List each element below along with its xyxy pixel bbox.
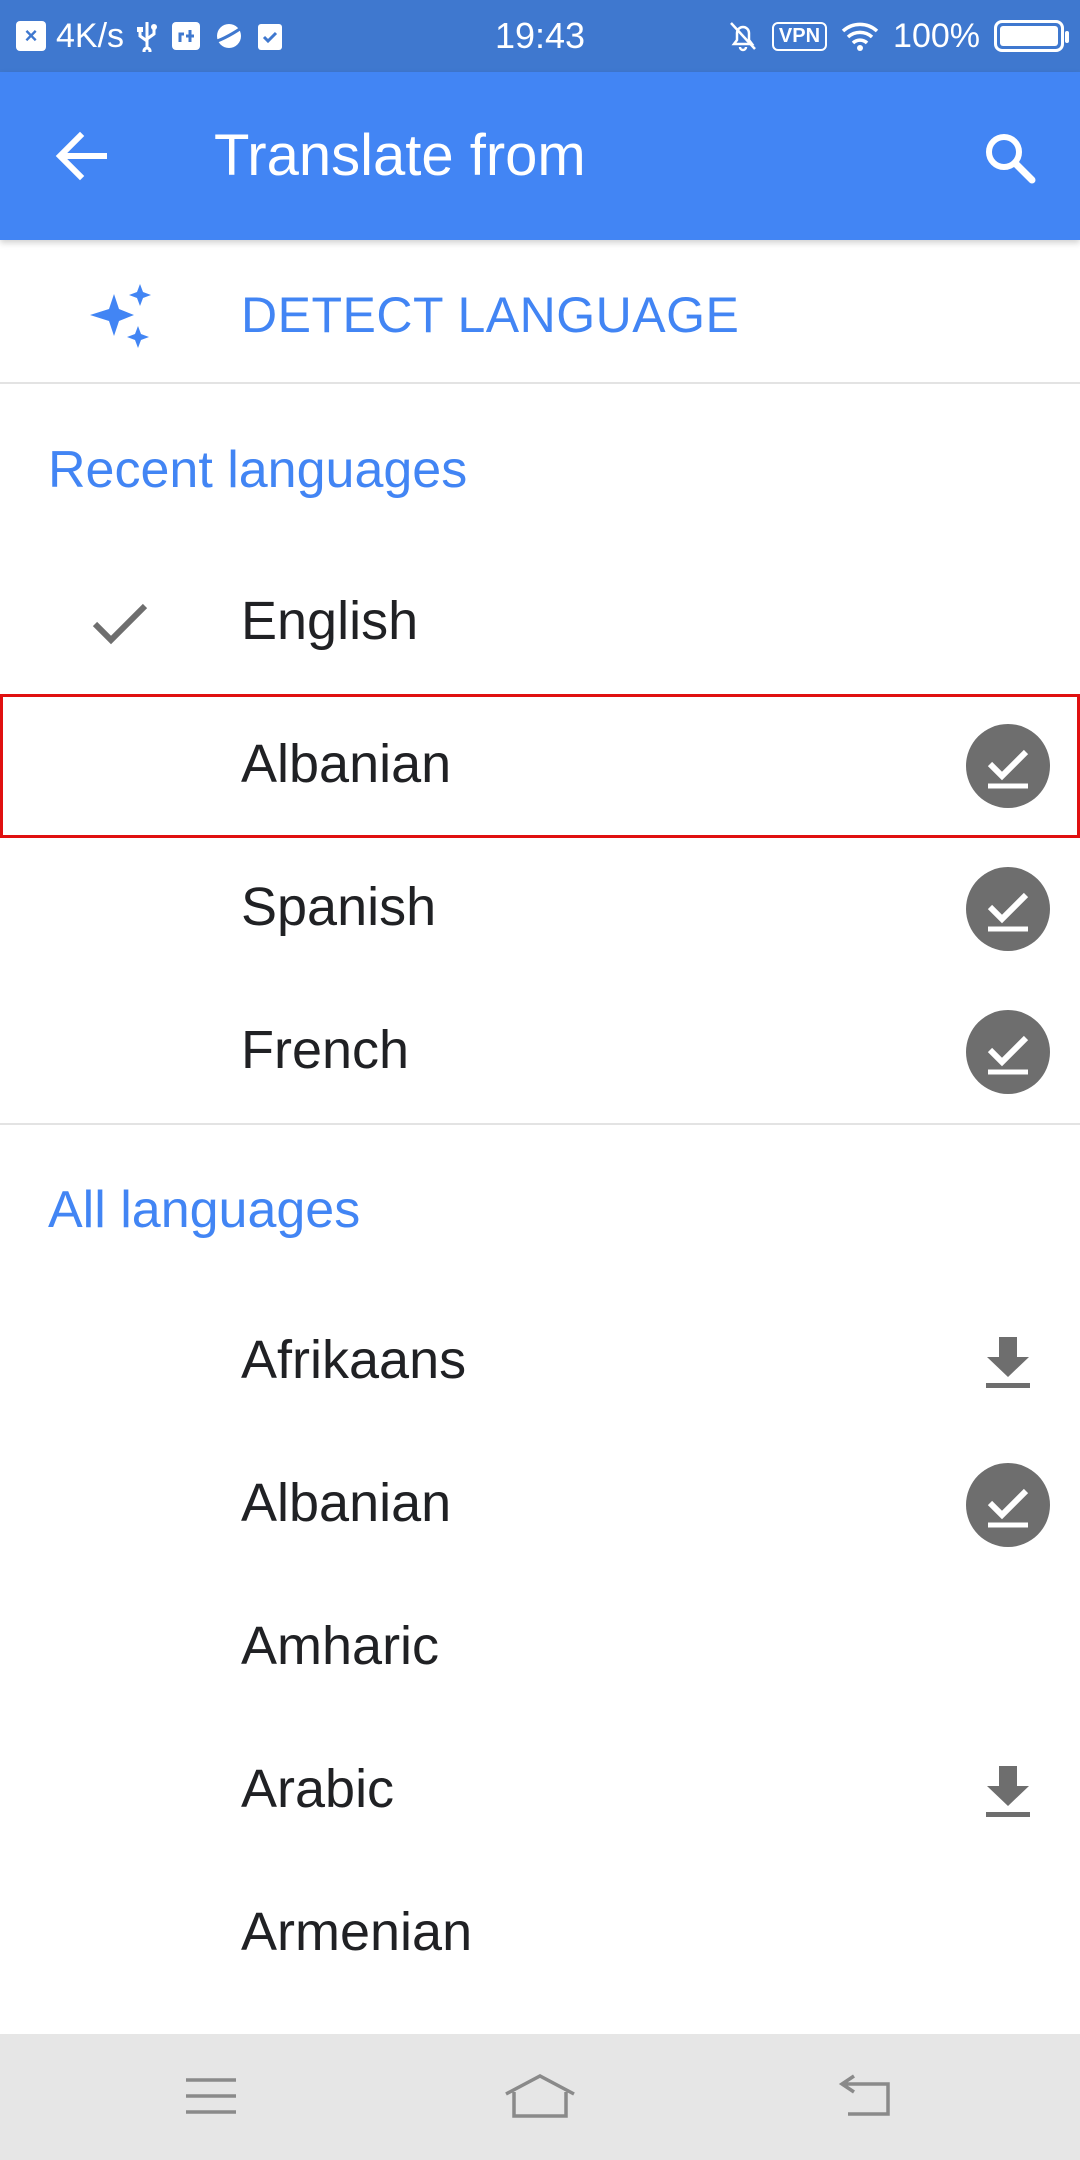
sparkle-icon [86,282,156,352]
usb-icon [134,20,160,52]
language-name: English [241,591,419,651]
clipboard-check-icon [256,20,284,52]
check-icon [90,592,150,652]
language-name: Albanian [241,734,452,794]
all-item-afrikaans[interactable]: Afrikaans [0,1291,1080,1434]
search-icon[interactable] [980,128,1040,188]
download-icon[interactable] [981,1764,1035,1820]
planet-icon [212,20,246,52]
downloaded-icon[interactable] [966,1463,1050,1547]
language-name: Albanian [241,1473,452,1533]
language-name: Afrikaans [241,1330,467,1390]
language-name: Armenian [241,1902,473,1962]
wifi-icon [841,21,879,51]
language-name: French [241,1020,410,1080]
arrow-back-icon[interactable] [52,128,112,184]
debug-icon [170,20,202,52]
system-nav-bar [0,2034,1080,2160]
menu-icon[interactable] [182,2072,242,2122]
downloaded-icon[interactable] [966,1010,1050,1094]
battery-percent: 100% [893,16,980,55]
detect-language-label: DETECT LANGUAGE [241,287,740,343]
downloaded-icon[interactable] [966,867,1050,951]
all-item-arabic[interactable]: Arabic [0,1720,1080,1863]
download-icon[interactable] [981,1335,1035,1391]
all-item-armenian[interactable]: Armenian [0,1863,1080,2006]
recent-languages-header: Recent languages [48,441,468,499]
language-name: Spanish [241,877,437,937]
recent-item-spanish[interactable]: Spanish [0,838,1080,981]
battery-icon [994,20,1069,52]
language-name: Arabic [241,1759,395,1819]
page-title: Translate from [214,123,586,188]
all-item-amharic[interactable]: Amharic [0,1577,1080,1720]
section-divider [0,1123,1080,1125]
network-speed: 4K/s [56,16,125,55]
status-bar: × 4K/s 19:43 VPN 100% [0,0,1080,72]
recent-item-french[interactable]: French [0,981,1080,1124]
bell-off-icon [728,20,758,52]
all-languages-header: All languages [48,1181,361,1239]
all-item-albanian[interactable]: Albanian [0,1434,1080,1577]
x-box-icon: × [16,21,46,51]
back-icon[interactable] [838,2072,898,2122]
detect-language-row[interactable]: DETECT LANGUAGE [0,240,1080,384]
downloaded-icon[interactable] [966,724,1050,808]
recent-item-albanian[interactable]: Albanian [0,695,1080,838]
language-name: Amharic [241,1616,440,1676]
app-bar: Translate from [0,72,1080,240]
vpn-badge: VPN [771,21,828,51]
home-icon[interactable] [502,2072,578,2122]
recent-item-english[interactable]: English [0,552,1080,695]
